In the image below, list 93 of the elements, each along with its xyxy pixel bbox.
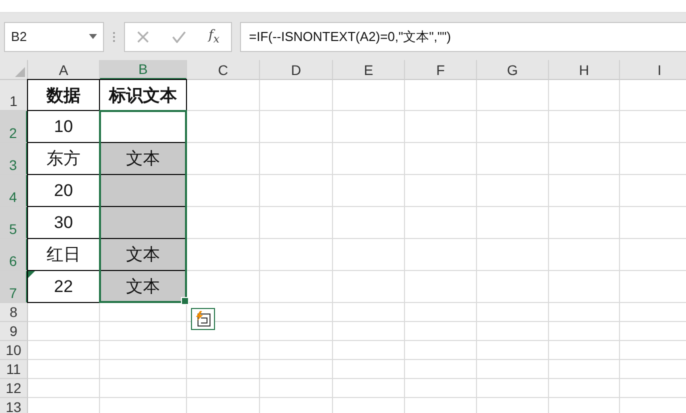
empty-cell xyxy=(333,80,405,111)
row-header[interactable]: 10 xyxy=(0,341,28,360)
cell-text: 30 xyxy=(54,212,73,232)
insert-function-button[interactable]: f$_{x}$ xyxy=(208,28,220,46)
empty-cell xyxy=(549,360,620,379)
column-header[interactable]: A xyxy=(28,60,100,80)
empty-cell xyxy=(477,303,549,322)
empty-cell xyxy=(405,322,477,341)
column-header[interactable]: I xyxy=(620,60,686,80)
cell-text: 22 xyxy=(54,276,73,296)
column-header[interactable]: D xyxy=(260,60,333,80)
row-header[interactable]: 1 xyxy=(0,80,28,111)
empty-cell xyxy=(477,271,549,303)
empty-cell xyxy=(405,143,477,175)
cancel-icon[interactable] xyxy=(136,30,148,42)
dropdown-icon xyxy=(89,34,97,39)
empty-cell xyxy=(405,111,477,143)
empty-cell xyxy=(333,303,405,322)
empty-cell xyxy=(405,341,477,360)
row-header[interactable]: 3 xyxy=(0,143,28,175)
quick-analysis-icon xyxy=(195,311,211,327)
empty-cell xyxy=(333,322,405,341)
column-header[interactable]: E xyxy=(333,60,405,80)
row-header[interactable]: 8 xyxy=(0,303,28,322)
row-header[interactable]: 11 xyxy=(0,360,28,379)
empty-cell xyxy=(477,341,549,360)
row-header[interactable]: 7 xyxy=(0,271,28,303)
drag-handle-icon[interactable] xyxy=(112,30,116,42)
row-header[interactable]: 2 xyxy=(0,111,28,143)
empty-cell xyxy=(549,322,620,341)
row-header[interactable]: 6 xyxy=(0,239,28,271)
row-header[interactable]: 13 xyxy=(0,398,28,413)
quick-analysis-button[interactable] xyxy=(191,308,215,330)
empty-cell xyxy=(477,207,549,239)
row-header[interactable]: 12 xyxy=(0,379,28,398)
empty-cell xyxy=(477,175,549,207)
cell-text: 20 xyxy=(54,180,73,200)
empty-cell xyxy=(549,341,620,360)
row-header[interactable]: 5 xyxy=(0,207,28,239)
empty-cell xyxy=(549,143,620,175)
triangle-icon xyxy=(15,67,25,77)
empty-cell xyxy=(477,239,549,271)
empty-cell xyxy=(405,379,477,398)
empty-cell xyxy=(477,322,549,341)
cell-text: 标识文本 xyxy=(109,84,177,106)
cell-text: 文本 xyxy=(126,148,160,170)
empty-cell xyxy=(477,360,549,379)
empty-cell xyxy=(549,303,620,322)
empty-cell xyxy=(333,341,405,360)
empty-cell xyxy=(333,175,405,207)
empty-cell xyxy=(405,271,477,303)
column-header[interactable]: C xyxy=(187,60,260,80)
column-header[interactable]: B xyxy=(100,60,187,80)
empty-cell xyxy=(477,80,549,111)
empty-cell xyxy=(405,207,477,239)
empty-cell xyxy=(405,360,477,379)
empty-cell xyxy=(405,303,477,322)
cell-text: 文本 xyxy=(126,244,160,266)
empty-cell xyxy=(549,379,620,398)
empty-cell xyxy=(333,271,405,303)
column-header[interactable]: F xyxy=(405,60,477,80)
empty-cell xyxy=(549,239,620,271)
row-header[interactable]: 9 xyxy=(0,322,28,341)
empty-cell xyxy=(333,379,405,398)
fill-handle[interactable] xyxy=(181,297,189,305)
empty-cell xyxy=(549,80,620,111)
cell-text: 红日 xyxy=(46,244,80,266)
select-all-button[interactable] xyxy=(0,60,28,80)
cell-text: 数据 xyxy=(46,84,80,106)
empty-cell xyxy=(333,239,405,271)
check-icon[interactable] xyxy=(172,30,186,42)
empty-cell xyxy=(549,111,620,143)
empty-cell xyxy=(333,143,405,175)
empty-cell xyxy=(405,80,477,111)
empty-cell xyxy=(477,111,549,143)
empty-cell xyxy=(405,239,477,271)
column-header[interactable]: G xyxy=(477,60,549,80)
cell-text: 10 xyxy=(54,116,73,136)
empty-cell xyxy=(549,271,620,303)
empty-cell xyxy=(549,175,620,207)
empty-cell xyxy=(333,111,405,143)
empty-cell xyxy=(333,360,405,379)
empty-cell xyxy=(405,175,477,207)
cell-text: 东方 xyxy=(46,148,80,170)
name-box[interactable]: B2 xyxy=(4,22,104,52)
empty-cell xyxy=(477,379,549,398)
empty-cell xyxy=(549,207,620,239)
empty-cell xyxy=(477,143,549,175)
row-header[interactable]: 4 xyxy=(0,175,28,207)
cell-text: 文本 xyxy=(126,276,160,298)
column-header[interactable]: H xyxy=(549,60,620,80)
formula-field[interactable]: =IF(--ISNONTEXT(A2)=0,"文本","") xyxy=(240,22,686,52)
empty-cell xyxy=(333,207,405,239)
